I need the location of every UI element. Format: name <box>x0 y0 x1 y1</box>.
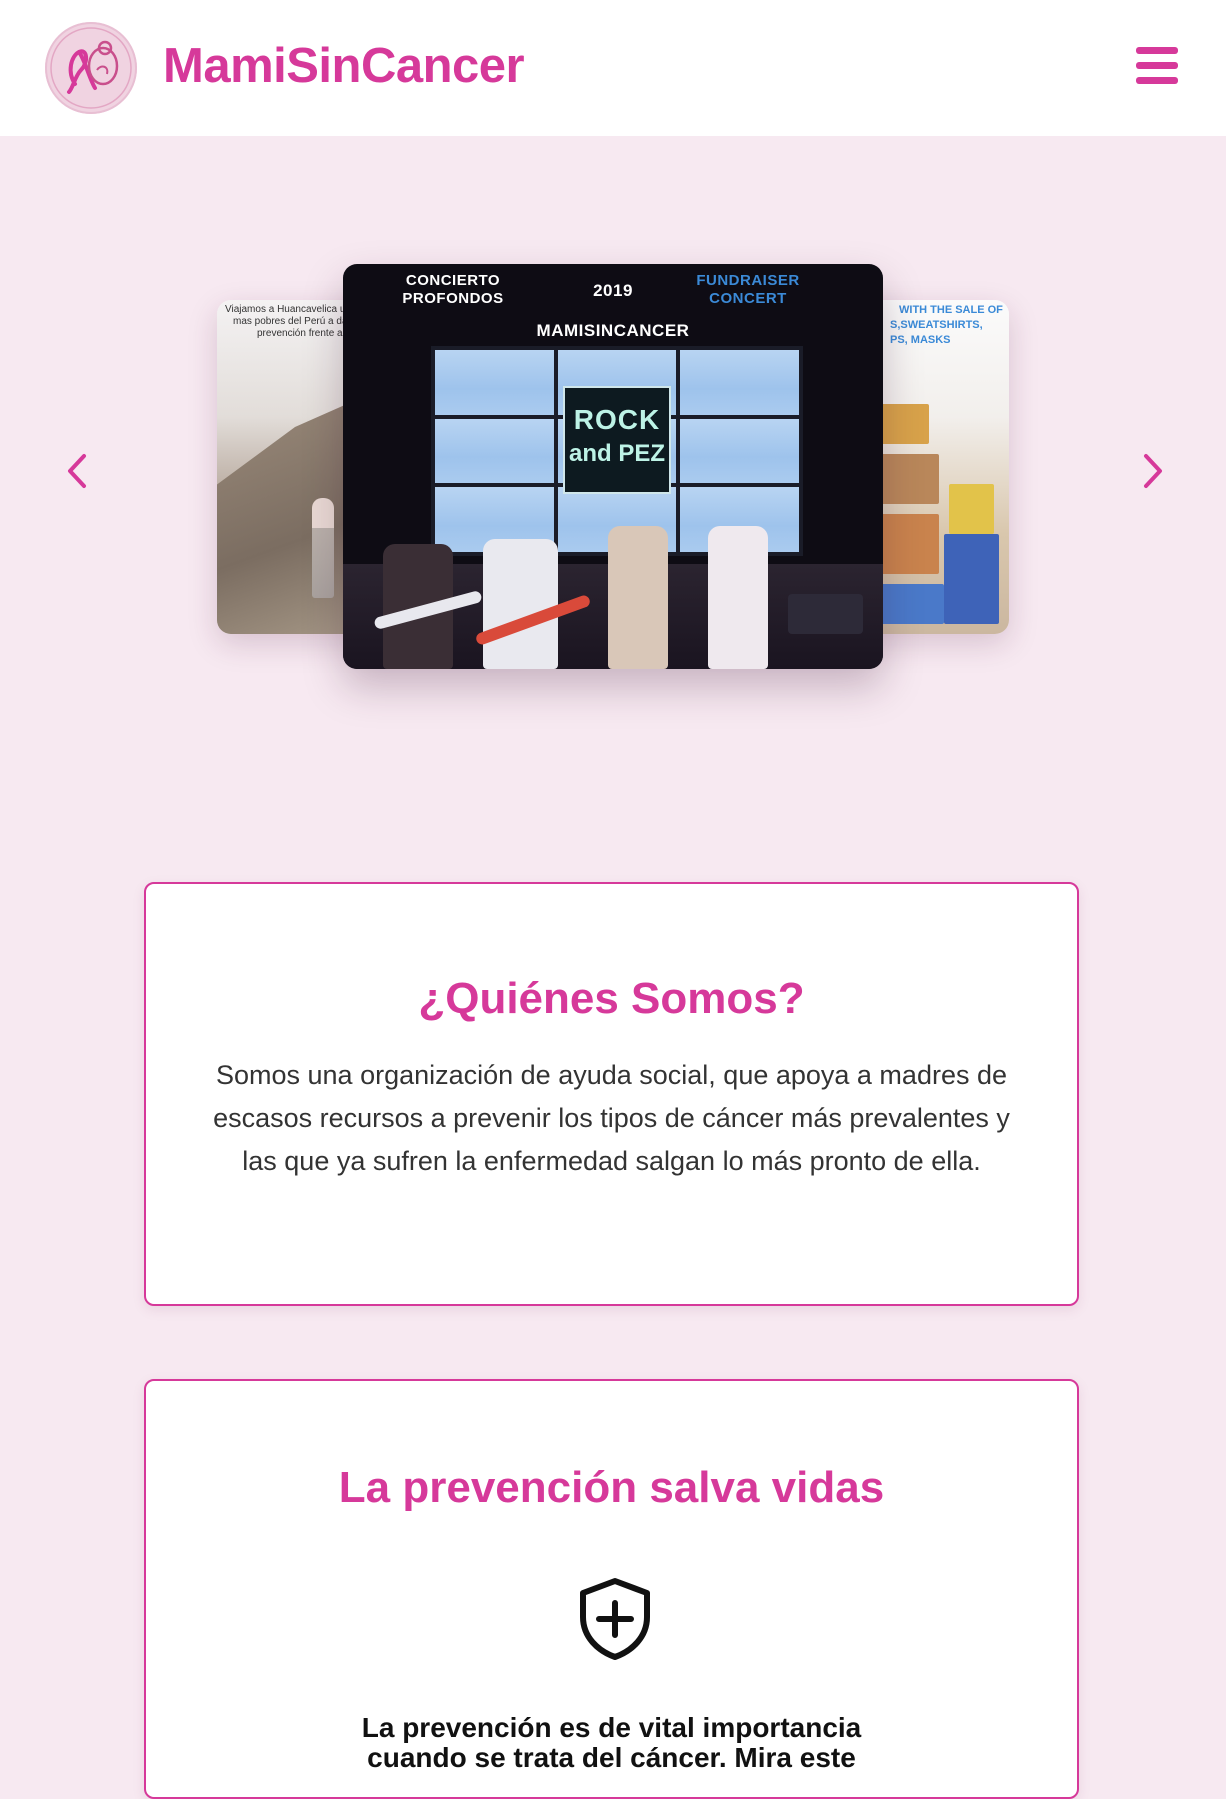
shield-plus-icon <box>577 1577 653 1666</box>
slide-caption: CONCIERTO PROFONDOS <box>393 272 513 308</box>
image-carousel: Viajamos a Huancavelica una de mas pobre… <box>0 136 1226 756</box>
slide-caption-year: 2019 <box>593 281 633 300</box>
sign-text: ROCK <box>573 404 661 435</box>
sign-text: and PEZ <box>568 440 665 467</box>
rock-and-pez-sign: ROCK and PEZ <box>563 386 671 494</box>
caption-line: PROFONDOS <box>402 290 504 307</box>
keyboard <box>788 594 863 634</box>
prevention-lead-line: cuando se trata del cáncer. Mira este <box>367 1742 856 1773</box>
caption-line: CONCIERTO <box>405 272 501 289</box>
carousel-slide-concert[interactable]: CONCIERTO PROFONDOS 2019 FUNDRAISER CONC… <box>343 264 883 669</box>
band-member <box>708 526 768 669</box>
about-card: ¿Quiénes Somos? Somos una organización d… <box>144 882 1079 1306</box>
slide-caption-org: MAMISINCANCER <box>536 321 690 340</box>
site-header: MamiSinCancer <box>0 0 1226 136</box>
prevention-title: La prevención salva vidas <box>338 1463 885 1512</box>
slide-text-line: WITH THE SALE OF <box>899 304 1003 316</box>
prevention-card: La prevención salva vidas La prevención … <box>144 1379 1079 1799</box>
slide-text-line: S,SWEATSHIRTS, <box>890 319 983 331</box>
brand-name[interactable]: MamiSinCancer <box>163 38 525 94</box>
band-member <box>483 539 558 669</box>
chevron-right-icon[interactable] <box>1132 446 1172 496</box>
prevention-lead-line: La prevención es de vital importancia <box>361 1712 862 1743</box>
slide-caption: FUNDRAISER CONCERT <box>678 272 818 308</box>
band-member <box>608 526 668 669</box>
chevron-left-icon[interactable] <box>58 446 98 496</box>
about-title: ¿Quiénes Somos? <box>418 974 805 1023</box>
about-text: Somos una organización de ayuda social, … <box>213 1060 1010 1176</box>
caption-line: CONCERT <box>709 290 787 307</box>
slide-text-line: PS, MASKS <box>890 334 951 346</box>
person-photo <box>312 498 334 598</box>
ribbon-mother-logo-icon[interactable] <box>45 22 137 114</box>
caption-line: FUNDRAISER <box>696 272 800 289</box>
hamburger-menu-icon[interactable] <box>1136 47 1178 85</box>
